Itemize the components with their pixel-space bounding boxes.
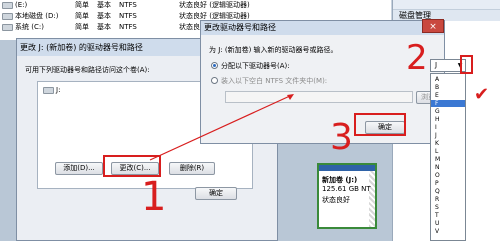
drive-icon xyxy=(2,1,13,9)
drive-letter-option[interactable]: L xyxy=(435,148,438,155)
annotation-step-2: 2 xyxy=(406,38,428,78)
drive-letter-options[interactable]: ABEFGHIJKLMNOPQRSTUV xyxy=(430,73,466,241)
drive-letter-option[interactable]: O xyxy=(435,172,440,179)
drive-letter-option[interactable]: H xyxy=(435,116,440,123)
add-button[interactable]: 添加(D)... xyxy=(55,162,103,175)
drive-letter-option[interactable]: B xyxy=(435,84,439,91)
annotation-step-3: 3 xyxy=(330,117,353,158)
partition-status: 状态良好 xyxy=(322,196,350,204)
drive-icon xyxy=(2,23,13,31)
drive-letter-option[interactable]: N xyxy=(435,164,440,171)
partition-hatch xyxy=(369,171,375,227)
drive-icon xyxy=(2,12,13,20)
partition-block[interactable]: 新加卷 (J:) 125.61 GB NT 状态良好 xyxy=(317,163,377,229)
annotation-box-dropdown xyxy=(460,55,473,74)
close-icon[interactable]: × xyxy=(422,19,444,33)
partition-name: 新加卷 (J:) xyxy=(322,176,358,184)
drive-letter-option[interactable]: Q xyxy=(435,188,440,195)
assign-letter-radio[interactable] xyxy=(211,62,218,69)
drive-letter-option[interactable]: G xyxy=(435,108,440,115)
drive-letter-option[interactable]: A xyxy=(435,76,439,83)
drive-letter-option[interactable]: J xyxy=(435,132,437,139)
partition-bar xyxy=(319,165,375,171)
drive-letter-option[interactable]: F xyxy=(431,100,465,107)
drive-letter-option[interactable]: P xyxy=(435,180,439,187)
drive-letter-option[interactable]: S xyxy=(435,204,439,211)
drive-letter-option[interactable]: I xyxy=(435,124,437,131)
drive-letter-option[interactable]: T xyxy=(435,212,439,219)
assign-letter-label: 分配以下驱动器号(A): xyxy=(221,62,290,70)
annotation-check: ✔ xyxy=(474,84,490,105)
dialog-instruction: 为 J: (新加卷) 输入新的驱动器号或路径。 xyxy=(209,46,338,54)
folder-path-input[interactable] xyxy=(225,91,413,103)
actions-header xyxy=(393,0,500,10)
drive-letter-option[interactable]: R xyxy=(435,196,439,203)
annotation-step-1: 1 xyxy=(141,174,167,220)
disk-row-e[interactable]: (E:) 简单 基本 NTFS 状态良好 (逻辑驱动器) xyxy=(0,0,392,10)
drive-letter-option[interactable]: M xyxy=(435,156,440,163)
drive-letter-option[interactable]: V xyxy=(435,228,439,235)
partition-size: 125.61 GB NT xyxy=(322,185,371,193)
delete-button[interactable]: 删除(R) xyxy=(169,162,215,175)
list-item[interactable]: J: xyxy=(41,86,60,94)
drive-icon xyxy=(43,86,54,94)
drive-letter-option[interactable]: U xyxy=(435,220,439,227)
mount-folder-radio[interactable] xyxy=(211,77,218,84)
drive-letter-option[interactable]: E xyxy=(435,92,439,99)
drive-letter-option[interactable]: K xyxy=(435,140,439,147)
dialog-prompt: 可用下列驱动器号和路径访问这个卷(A): xyxy=(25,66,150,74)
dialog-title: 更改驱动器号和路径 xyxy=(201,21,444,35)
annotation-box-ok xyxy=(354,113,406,136)
ok-button[interactable]: 确定 xyxy=(195,187,237,200)
mount-folder-label: 装入以下空白 NTFS 文件夹中(M): xyxy=(221,77,328,85)
